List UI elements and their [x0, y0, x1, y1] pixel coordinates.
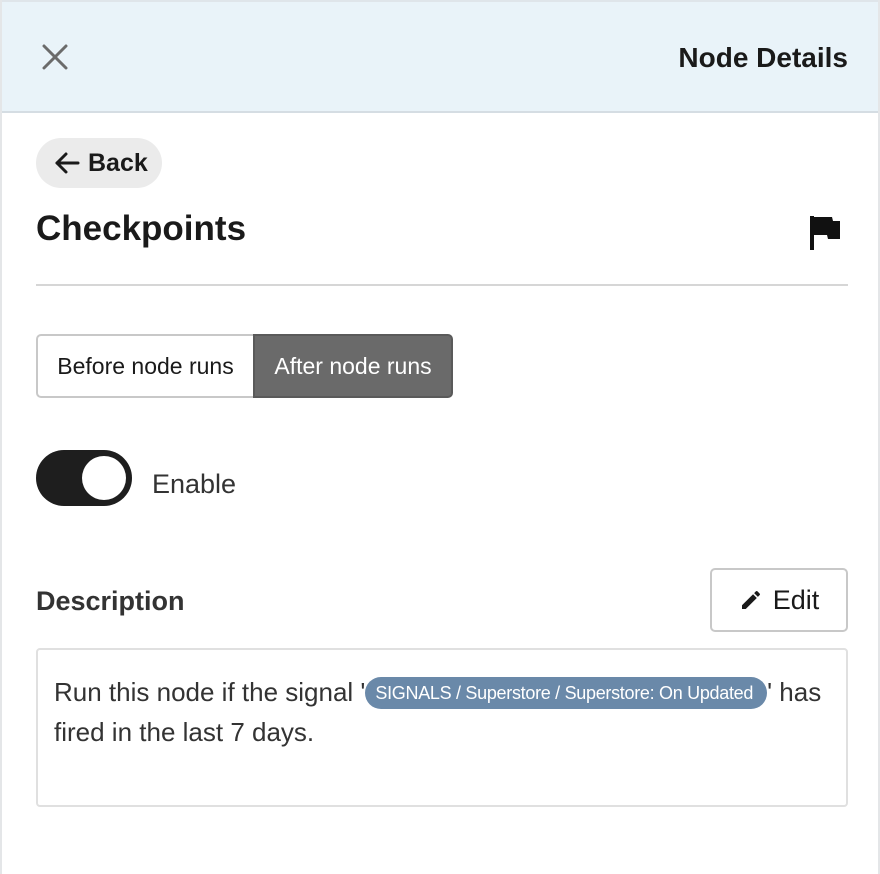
node-details-panel: Node Details Back Checkpoints Before nod… [0, 0, 880, 874]
section-divider [36, 284, 848, 286]
panel-title: Node Details [678, 42, 848, 73]
description-text-before: Run this node if the signal ' [54, 677, 366, 707]
enable-toggle[interactable] [36, 450, 132, 506]
section-title: Checkpoints [36, 209, 247, 248]
back-button-label: Back [88, 148, 148, 177]
edit-button[interactable]: Edit [710, 568, 848, 632]
enable-toggle-label: Enable [152, 469, 237, 499]
description-box: Run this node if the signal ' SIGNALS / S… [36, 648, 848, 807]
back-button[interactable]: Back [36, 138, 162, 188]
edit-button-label: Edit [772, 584, 820, 615]
signal-chip[interactable]: SIGNALS / Superstore / Superstore: On Up… [365, 677, 768, 709]
tab-before-node-runs[interactable]: Before node runs [36, 334, 253, 398]
close-icon [42, 44, 68, 70]
close-button[interactable] [38, 40, 72, 74]
description-label: Description [36, 586, 185, 616]
toggle-knob [82, 456, 126, 500]
tab-after-node-runs[interactable]: After node runs [253, 334, 453, 398]
arrow-left-icon [55, 152, 80, 174]
panel-header: Node Details [2, 0, 878, 113]
pencil-icon [741, 590, 760, 609]
flag-icon [810, 216, 840, 250]
